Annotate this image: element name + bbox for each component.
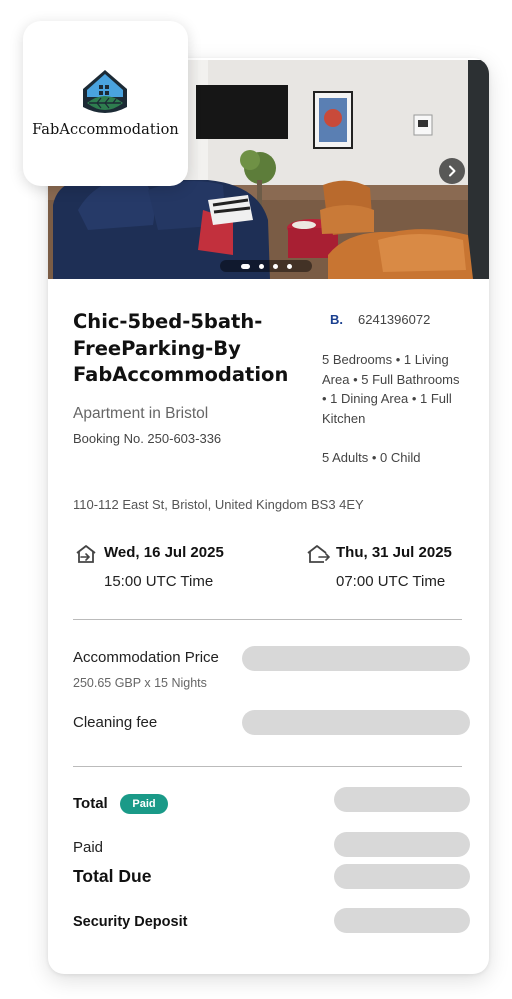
next-photo-button[interactable] xyxy=(439,158,465,184)
booking-channel-logo: B. xyxy=(330,312,343,327)
accommodation-price-label: Accommodation Price xyxy=(73,649,219,666)
brand-logo-card: FabAccommodation xyxy=(23,21,188,186)
accommodation-price-value-placeholder xyxy=(242,646,470,671)
check-out-time: 07:00 UTC Time xyxy=(336,573,446,590)
check-out-icon xyxy=(307,545,330,563)
check-in-icon xyxy=(76,545,96,563)
divider xyxy=(73,619,462,620)
security-deposit-value-placeholder xyxy=(334,908,470,933)
divider xyxy=(73,766,462,767)
check-in-time: 15:00 UTC Time xyxy=(104,573,214,590)
brand-name: FabAccommodation xyxy=(32,122,179,138)
paid-label: Paid xyxy=(73,839,104,856)
total-due-value-placeholder xyxy=(334,864,470,889)
property-address: 110-112 East St, Bristol, United Kingdom… xyxy=(73,497,364,512)
cleaning-fee-value-placeholder xyxy=(242,710,470,735)
listing-title: Chic-5bed-5bath-FreeParking-By FabAccomm… xyxy=(73,310,289,386)
security-deposit-label: Security Deposit xyxy=(73,914,188,930)
paid-status-badge: Paid xyxy=(120,794,168,814)
channel-reservation-code: 6241396072 xyxy=(358,312,431,327)
pagination-dot[interactable] xyxy=(286,263,292,269)
gallery-pagination xyxy=(220,260,312,272)
total-label: Total xyxy=(73,795,108,812)
room-summary: 5 Bedrooms • 1 Living Area • 5 Full Bath… xyxy=(322,352,460,426)
total-due-label: Total Due xyxy=(73,866,152,886)
check-out-date: Thu, 31 Jul 2025 xyxy=(336,544,452,561)
reservation-card: Chic-5bed-5bath-FreeParking-By FabAccomm… xyxy=(48,58,489,974)
paid-value-placeholder xyxy=(334,832,470,857)
chevron-right-icon xyxy=(449,165,456,177)
check-in-date: Wed, 16 Jul 2025 xyxy=(104,544,224,561)
pagination-dot[interactable] xyxy=(258,263,264,269)
property-type: Apartment in Bristol xyxy=(73,405,209,422)
pagination-dot[interactable] xyxy=(272,263,278,269)
house-leaf-logo-icon xyxy=(83,70,127,113)
accommodation-price-detail: 250.65 GBP x 15 Nights xyxy=(73,676,207,690)
guest-summary: 5 Adults • 0 Child xyxy=(322,450,421,465)
booking-number: Booking No. 250-603-336 xyxy=(73,431,222,446)
total-value-placeholder xyxy=(334,787,470,812)
pagination-dot[interactable] xyxy=(240,263,250,269)
cleaning-fee-label: Cleaning fee xyxy=(73,714,158,731)
